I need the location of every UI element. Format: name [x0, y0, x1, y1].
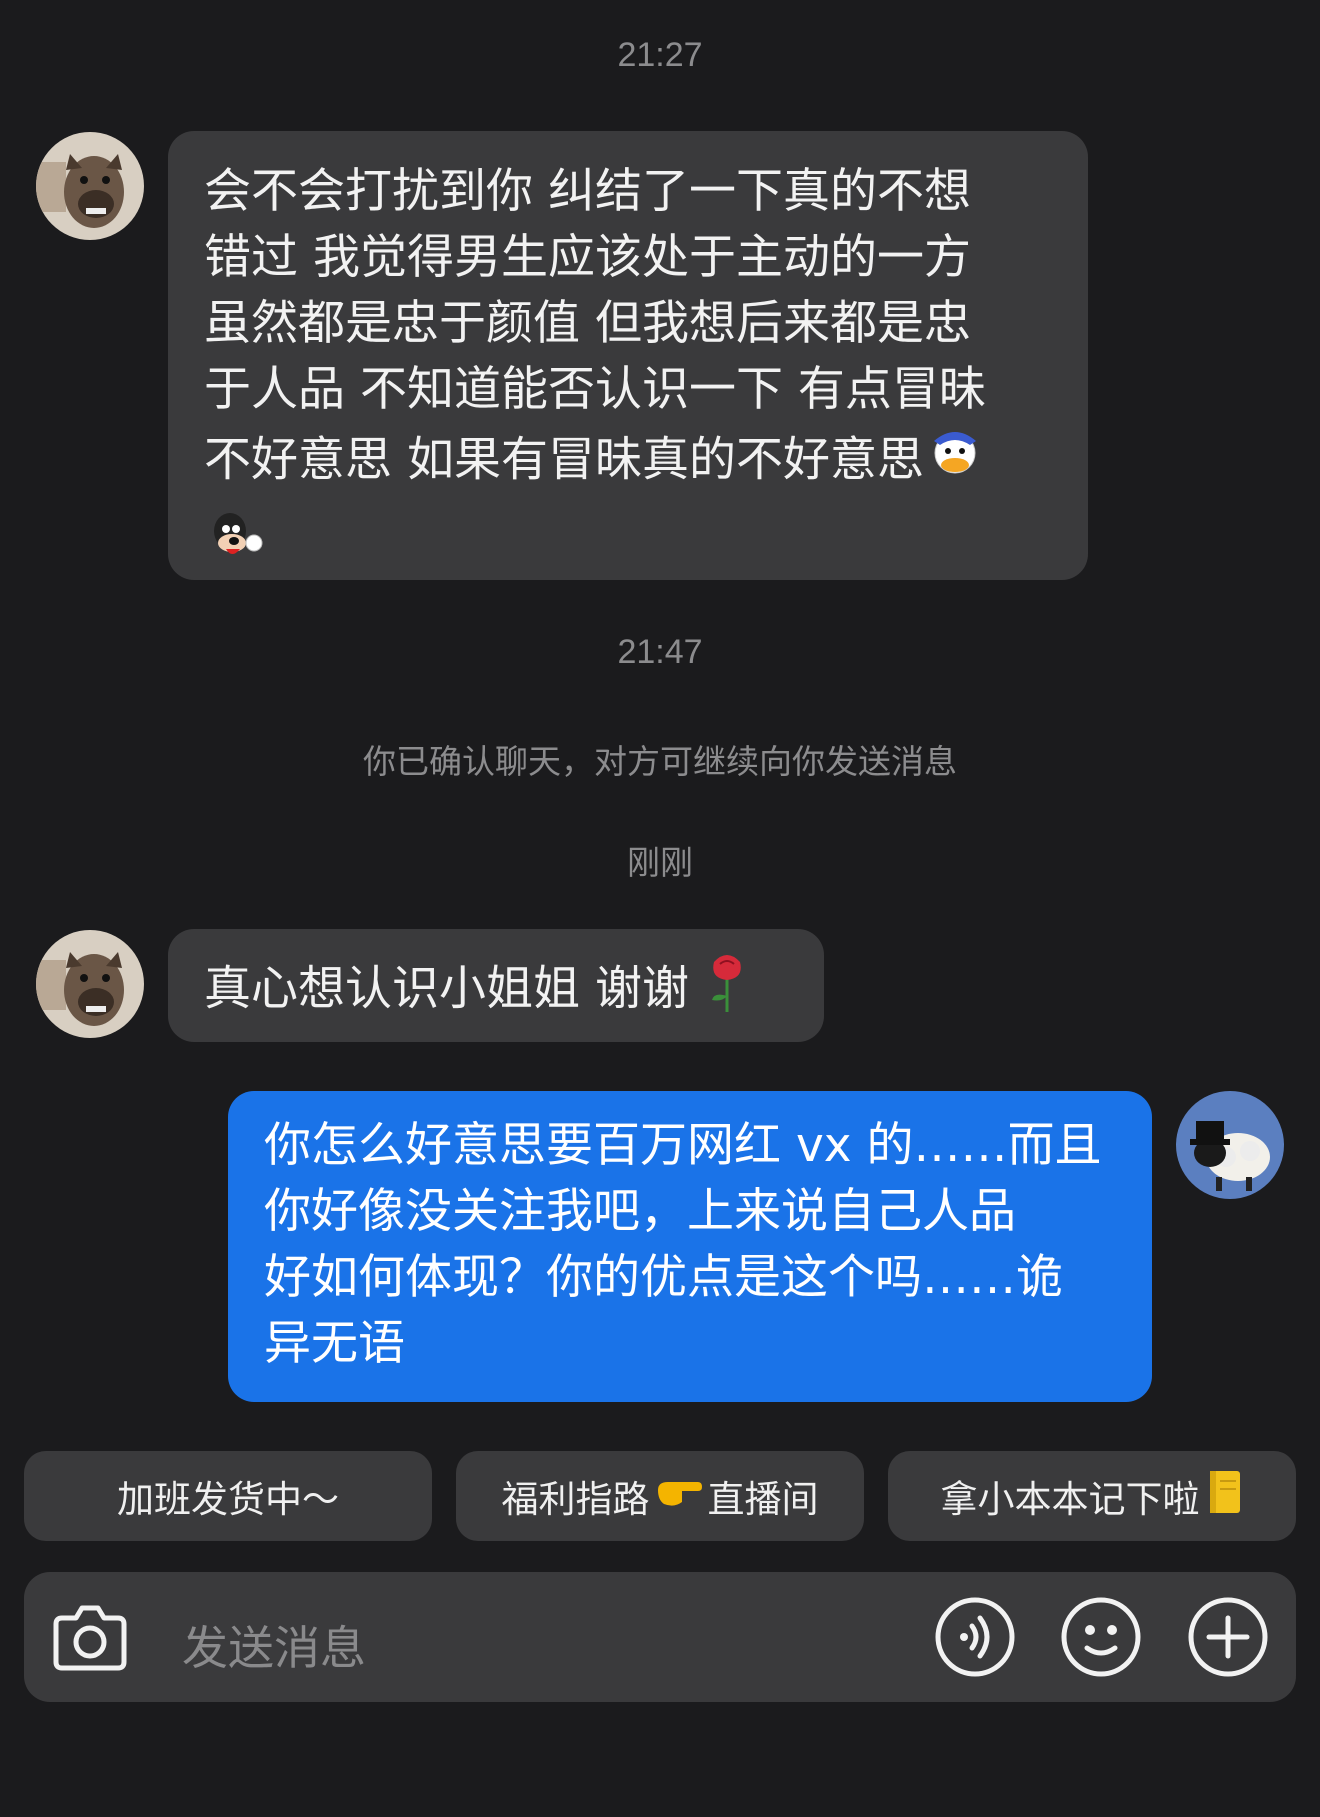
- timestamp: 21:27: [617, 36, 703, 74]
- my-avatar[interactable]: [1176, 1091, 1284, 1199]
- system-notice: 你已确认聊天，对方可继续向你发送消息: [363, 742, 957, 781]
- quick-reply-label: 直播间: [707, 1478, 819, 1521]
- message-line: 虽然都是忠于颜值 但我想后来都是忠: [204, 296, 971, 351]
- rose-emoji-icon: [704, 952, 750, 1032]
- message-line: 好如何体现？你的优点是这个吗……诡: [264, 1250, 1063, 1305]
- message-line: 错过 我觉得男生应该处于主动的一方: [204, 230, 971, 285]
- message-line-text: 不好意思 如果有冒昧真的不好意思: [204, 432, 924, 488]
- notebook-icon: [1204, 1469, 1244, 1524]
- quick-reply-label: 福利指路: [501, 1478, 650, 1521]
- message-line: 你好像没关注我吧，上来说自己人品: [264, 1184, 1016, 1239]
- message-line: 于人品 不知道能否认识一下 有点冒昧: [204, 362, 986, 417]
- camera-icon[interactable]: [50, 1598, 130, 1680]
- quick-reply-button[interactable]: 加班发货中～: [24, 1451, 432, 1541]
- voice-icon[interactable]: [934, 1596, 1016, 1682]
- incoming-message-bubble[interactable]: 真心想认识小姐姐 谢谢: [168, 929, 824, 1042]
- quick-reply-label: 拿小本本记下啦: [940, 1478, 1200, 1521]
- message-input[interactable]: 发送消息: [182, 1612, 366, 1678]
- message-line: 会不会打扰到你 纠结了一下真的不想: [204, 164, 971, 219]
- message-line: 异无语: [264, 1316, 405, 1371]
- emoji-face-icon[interactable]: [1060, 1596, 1142, 1682]
- message-line: [204, 503, 1052, 583]
- pointing-hand-icon: [654, 1472, 704, 1521]
- timestamp: 21:47: [617, 633, 703, 671]
- message-composer[interactable]: 发送消息: [24, 1572, 1296, 1702]
- message-text: 真心想认识小姐姐 谢谢: [204, 961, 689, 1017]
- sender-avatar[interactable]: [36, 930, 144, 1038]
- quick-reply-label: 加班发货中～: [117, 1478, 339, 1521]
- quick-reply-button[interactable]: 福利指路 直播间: [456, 1451, 864, 1541]
- message-line: 你怎么好意思要百万网红 vx 的……而且: [264, 1118, 1102, 1173]
- donald-duck-sticker-icon: [924, 423, 986, 503]
- message-line: 不好意思 如果有冒昧真的不好意思: [204, 423, 1052, 503]
- sender-avatar[interactable]: [36, 132, 144, 240]
- outgoing-message-bubble[interactable]: 你怎么好意思要百万网红 vx 的……而且 你好像没关注我吧，上来说自己人品 好如…: [228, 1091, 1152, 1402]
- incoming-message-bubble[interactable]: 会不会打扰到你 纠结了一下真的不想 错过 我觉得男生应该处于主动的一方 虽然都是…: [168, 131, 1088, 580]
- goofy-sticker-icon: [204, 503, 266, 583]
- add-icon[interactable]: [1187, 1596, 1269, 1682]
- timestamp: 刚刚: [627, 843, 693, 882]
- quick-reply-button[interactable]: 拿小本本记下啦: [888, 1451, 1296, 1541]
